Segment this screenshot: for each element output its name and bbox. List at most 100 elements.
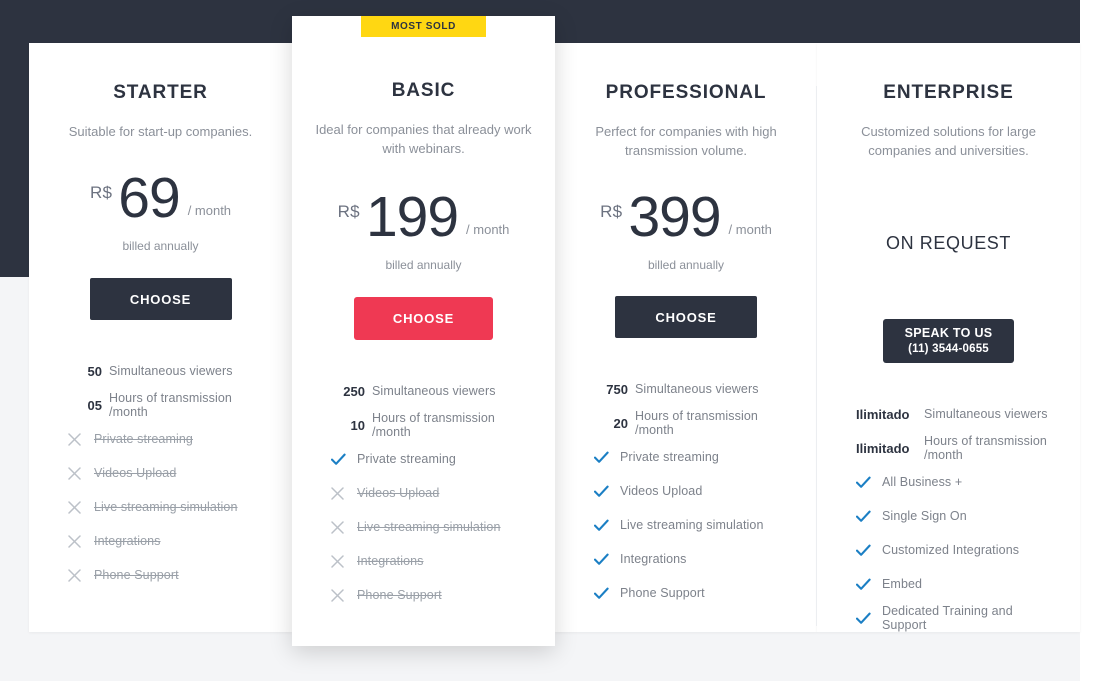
close-icon: [68, 432, 81, 446]
plan-title: PROFESSIONAL: [605, 82, 767, 103]
feature-label: Hours of transmission /month: [109, 391, 232, 419]
close-icon: [68, 534, 94, 548]
pricing-card-starter: STARTER Suitable for start-up companies. R…: [29, 43, 292, 632]
close-icon: [68, 500, 94, 514]
choose-button-starter[interactable]: CHOOSE: [89, 278, 232, 320]
close-icon: [331, 486, 357, 500]
feature-row: 50 Simultaneous viewers: [68, 354, 270, 388]
check-icon: [856, 476, 871, 488]
card-content: BASIC Ideal for companies that already wo…: [292, 43, 555, 612]
feature-label: Simultaneous viewers: [635, 382, 759, 396]
close-icon: [331, 520, 357, 534]
card-content: ENTERPRISE Customized solutions for large…: [817, 43, 1080, 635]
header-band-right-gutter: [1080, 0, 1108, 277]
feature-row: All Business +: [856, 465, 1058, 499]
check-icon: [856, 476, 882, 489]
feature-label: Private streaming: [94, 432, 193, 446]
most-sold-badge: MOST SOLD: [361, 16, 486, 37]
plan-title: ENTERPRISE: [883, 82, 1014, 103]
plan-price: R$ 399 / month: [577, 188, 795, 254]
feature-label: Hours of transmission /month: [635, 409, 758, 437]
feature-label: Phone Support: [357, 588, 442, 602]
feature-row: 05 Hours of transmission /month: [68, 388, 270, 422]
feature-row: Private streaming: [594, 440, 795, 474]
check-icon: [856, 510, 871, 522]
feature-row: Single Sign On: [856, 499, 1058, 533]
check-icon: [331, 453, 346, 465]
feature-row: Embed: [856, 567, 1058, 601]
plan-description: Perfect for companies with high transmis…: [595, 124, 777, 158]
close-icon: [68, 500, 81, 514]
plan-price-text: ON REQUEST: [885, 233, 1011, 253]
feature-label: Customized Integrations: [882, 543, 1020, 557]
feature-label: Integrations: [94, 534, 161, 548]
feature-quantity: 05: [87, 397, 102, 413]
feature-quantity: 50: [87, 363, 102, 379]
feature-row: Integrations: [331, 544, 533, 578]
speak-to-us-button[interactable]: SPEAK TO US (11) 3544-0655: [883, 319, 1014, 363]
card-content: PROFESSIONAL Perfect for companies with h…: [555, 43, 817, 610]
check-icon: [856, 544, 871, 556]
close-icon: [68, 534, 81, 548]
card-divider: [816, 86, 817, 626]
price-amount: 399: [628, 185, 721, 249]
check-icon: [856, 578, 871, 590]
price-amount: 199: [365, 185, 459, 249]
feature-quantity: Ilimitado: [856, 406, 910, 422]
feature-quantity: 250: [343, 383, 365, 399]
feature-label: Dedicated Training and Support: [882, 604, 1013, 632]
feature-label: Live streaming simulation: [357, 520, 501, 534]
feature-label: Live streaming simulation: [620, 518, 764, 532]
choose-button-professional[interactable]: CHOOSE: [615, 296, 757, 338]
check-icon: [856, 544, 882, 557]
feature-row: 10 Hours of transmission /month: [331, 408, 533, 442]
feature-row: Integrations: [68, 524, 270, 558]
feature-row: Private streaming: [331, 442, 533, 476]
cta-phone-number: (11) 3544-0655: [908, 343, 989, 356]
feature-row: Videos Upload: [68, 456, 270, 490]
feature-quantity: 750: [606, 381, 628, 397]
feature-label: Single Sign On: [882, 509, 967, 523]
feature-row: 20 Hours of transmission /month: [594, 406, 795, 440]
check-icon: [856, 612, 871, 624]
feature-label: Live streaming simulation: [94, 500, 238, 514]
feature-label: Simultaneous viewers: [109, 364, 233, 378]
feature-quantity: 20: [613, 415, 628, 431]
plan-title: STARTER: [113, 82, 208, 103]
plan-description: Ideal for companies that already work wi…: [315, 122, 532, 156]
check-icon: [594, 553, 609, 565]
feature-row: Live streaming simulation: [68, 490, 270, 524]
card-content: STARTER Suitable for start-up companies. R…: [29, 43, 292, 592]
feature-label: Phone Support: [94, 568, 179, 582]
check-icon: [594, 587, 609, 599]
feature-label: Videos Upload: [620, 484, 703, 498]
pricing-cards-row: STARTER Suitable for start-up companies. R…: [29, 16, 1080, 647]
check-icon: [856, 578, 882, 591]
check-icon: [594, 519, 620, 532]
check-icon: [594, 587, 620, 600]
close-icon: [68, 466, 94, 480]
feature-label: Simultaneous viewers: [924, 407, 1048, 421]
check-icon: [594, 485, 620, 498]
close-icon: [331, 588, 344, 602]
choose-button-basic[interactable]: CHOOSE: [354, 297, 493, 340]
close-icon: [68, 466, 81, 480]
feature-list: 750 Simultaneous viewers 20 Hours of transm…: [577, 372, 795, 610]
feature-label: Hours of transmission /month: [924, 434, 1047, 462]
feature-label: Private streaming: [357, 452, 456, 466]
check-icon: [594, 451, 620, 464]
close-icon: [68, 568, 94, 582]
close-icon: [331, 554, 357, 568]
price-period: / month: [187, 203, 232, 218]
feature-row: Private streaming: [68, 422, 270, 456]
feature-quantity: Ilimitado: [856, 440, 910, 456]
feature-row: Customized Integrations: [856, 533, 1058, 567]
plan-title: BASIC: [391, 80, 456, 101]
check-icon: [594, 519, 609, 531]
billing-note: billed annually: [385, 258, 462, 272]
pricing-page: STARTER Suitable for start-up companies. R…: [0, 0, 1108, 681]
price-currency: R$: [337, 202, 360, 221]
close-icon: [68, 568, 81, 582]
plan-price: R$ 69 / month: [51, 169, 270, 235]
feature-label: Videos Upload: [357, 486, 440, 500]
